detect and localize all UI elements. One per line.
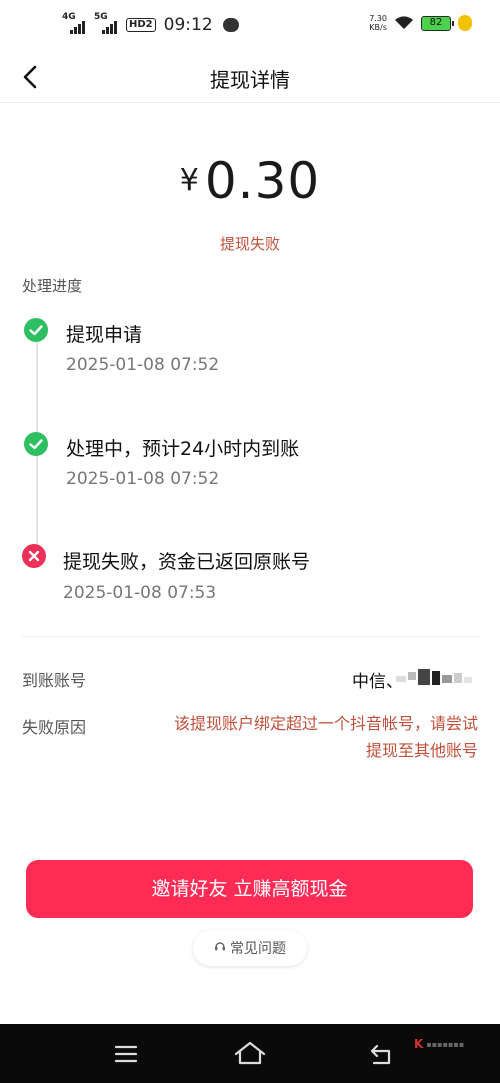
withdraw-status: 提现失败 (219, 235, 280, 253)
check-circle-icon (24, 318, 48, 342)
step-title: 处理中，预计24小时内到账 (66, 438, 300, 460)
account-label: 到账账号 (22, 671, 87, 690)
system-nav-bar: K ▪▪▪▪▪▪▪ (0, 1024, 500, 1083)
step-time: 2025-01-08 07:53 (63, 583, 217, 603)
battery-icon: 82 (421, 15, 454, 31)
progress-label: 处理进度 (22, 277, 83, 295)
faq-label: 常见问题 (230, 941, 286, 957)
failure-reason-line: 提现至其他账号 (365, 741, 478, 760)
home-icon[interactable] (233, 1040, 267, 1066)
failure-reason: 该提现账户绑定超过一个抖音帐号，请尝试 提现至其他账号 (118, 710, 478, 764)
wechat-icon (222, 18, 239, 32)
redacted-mosaic (396, 669, 474, 689)
invite-friends-button[interactable]: 邀请好友 立赚高额现金 (26, 860, 473, 918)
step-title: 提现申请 (66, 324, 143, 346)
faq-button[interactable]: 常见问题 (193, 930, 307, 966)
app-header: 提现详情 (0, 52, 500, 103)
headset-icon (214, 940, 226, 956)
power-saving-icon (458, 15, 472, 31)
failure-reason-line: 该提现账户绑定超过一个抖音帐号，请尝试 (173, 714, 478, 733)
menu-icon[interactable] (114, 1044, 138, 1064)
network-speed: 7.30 KB/s (369, 14, 387, 32)
status-time: 09:12 (163, 15, 213, 35)
wifi-icon (394, 16, 414, 30)
currency-symbol: ¥ (179, 163, 199, 198)
signal-icon: 5G (94, 12, 120, 36)
step-time: 2025-01-08 07:52 (66, 469, 220, 489)
status-bar: 4G 5G HD2 09:12 7.30 KB/s 82 (0, 0, 500, 52)
step-title: 提现失败，资金已返回原账号 (63, 551, 311, 573)
error-circle-icon (22, 544, 46, 568)
watermark-logo: K ▪▪▪▪▪▪▪ (414, 1037, 465, 1051)
reason-label: 失败原因 (22, 718, 87, 737)
signal-icon: 4G (62, 12, 88, 36)
step-time: 2025-01-08 07:52 (66, 355, 220, 375)
divider (22, 636, 480, 637)
check-circle-icon (24, 432, 48, 456)
page-title: 提现详情 (210, 68, 290, 92)
hd-voice-icon: HD2 (126, 18, 156, 32)
withdraw-amount: ¥0.30 (0, 152, 500, 210)
amount-value: 0.30 (204, 152, 321, 210)
back-icon[interactable] (368, 1042, 394, 1066)
